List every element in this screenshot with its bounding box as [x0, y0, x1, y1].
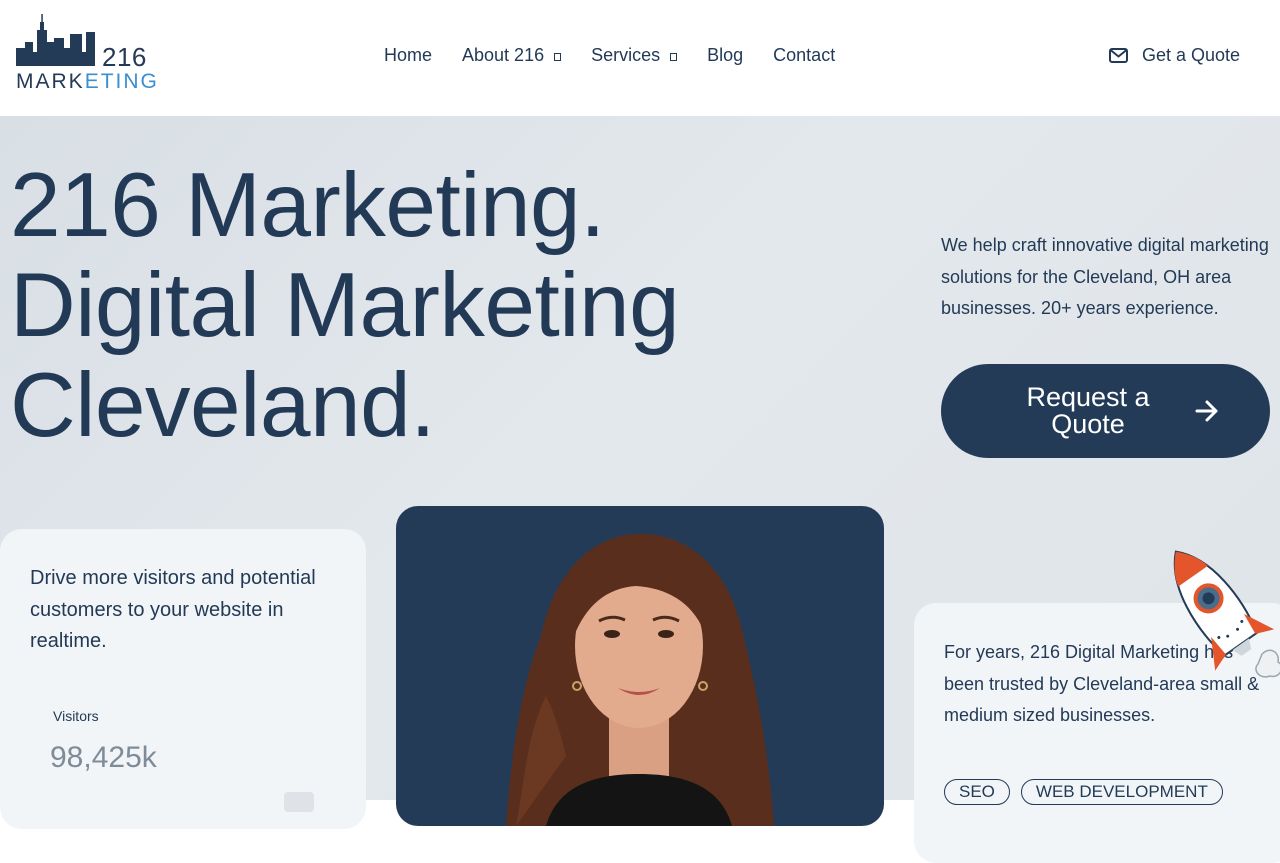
nav-services-label: Services — [591, 45, 661, 65]
logo-wordmark: MARKETING — [16, 70, 159, 94]
logo[interactable]: 216 MARKETING — [14, 12, 164, 94]
visitors-stat-label: Visitors — [53, 708, 99, 724]
nav-blog-label: Blog — [707, 45, 744, 65]
visitors-stat-value: 98,425k — [50, 741, 157, 774]
hero-section: 216 Marketing. Digital Marketing Clevela… — [0, 116, 1280, 863]
logo-number: 216 — [102, 42, 147, 72]
site-header: 216 MARKETING Home About 216 Services Bl… — [0, 0, 1280, 116]
rocket-icon — [1173, 550, 1280, 678]
skyline-icon — [16, 14, 95, 66]
headline-line-3: Cleveland. — [10, 355, 435, 456]
get-a-quote-link[interactable]: Get a Quote — [1108, 45, 1240, 66]
nav-about-label: About 216 — [462, 45, 545, 65]
nav-home[interactable]: Home — [384, 45, 432, 66]
chart-bar — [284, 792, 314, 812]
nav-home-label: Home — [384, 45, 433, 65]
dropdown-caret-icon — [554, 52, 562, 61]
nav-contact[interactable]: Contact — [773, 45, 835, 66]
nav-contact-label: Contact — [773, 45, 836, 65]
envelope-icon — [1108, 48, 1128, 63]
tag-seo[interactable]: SEO — [944, 779, 1010, 805]
hero-headline: 216 Marketing. Digital Marketing Clevela… — [10, 155, 680, 456]
dropdown-caret-icon — [670, 52, 678, 61]
tag-web-development[interactable]: WEB DEVELOPMENT — [1020, 779, 1223, 805]
nav-blog[interactable]: Blog — [707, 45, 743, 66]
visitors-card: Drive more visitors and potential custom… — [0, 529, 366, 829]
arrow-right-icon — [1195, 400, 1218, 422]
logo-word-b: ETING — [84, 70, 159, 93]
nav-services[interactable]: Services — [591, 45, 678, 66]
hero-intro-text: We help craft innovative digital marketi… — [941, 235, 1269, 318]
main-nav: Home About 216 Services Blog Contact — [384, 45, 865, 66]
team-member-photo — [396, 506, 884, 826]
logo-word-a: MARK — [16, 70, 85, 93]
nav-about[interactable]: About 216 — [462, 45, 562, 66]
request-quote-button[interactable]: Request a Quote — [941, 364, 1270, 458]
service-tags: SEO WEB DEVELOPMENT — [944, 779, 1234, 805]
headline-line-2: Digital Marketing — [10, 255, 680, 356]
request-quote-label: Request a Quote — [1026, 382, 1150, 439]
get-a-quote-label: Get a Quote — [1141, 45, 1240, 65]
visitors-card-text: Drive more visitors and potential custom… — [30, 567, 316, 652]
headline-line-1: 216 Marketing. — [10, 155, 605, 256]
portrait-illustration — [506, 533, 774, 826]
